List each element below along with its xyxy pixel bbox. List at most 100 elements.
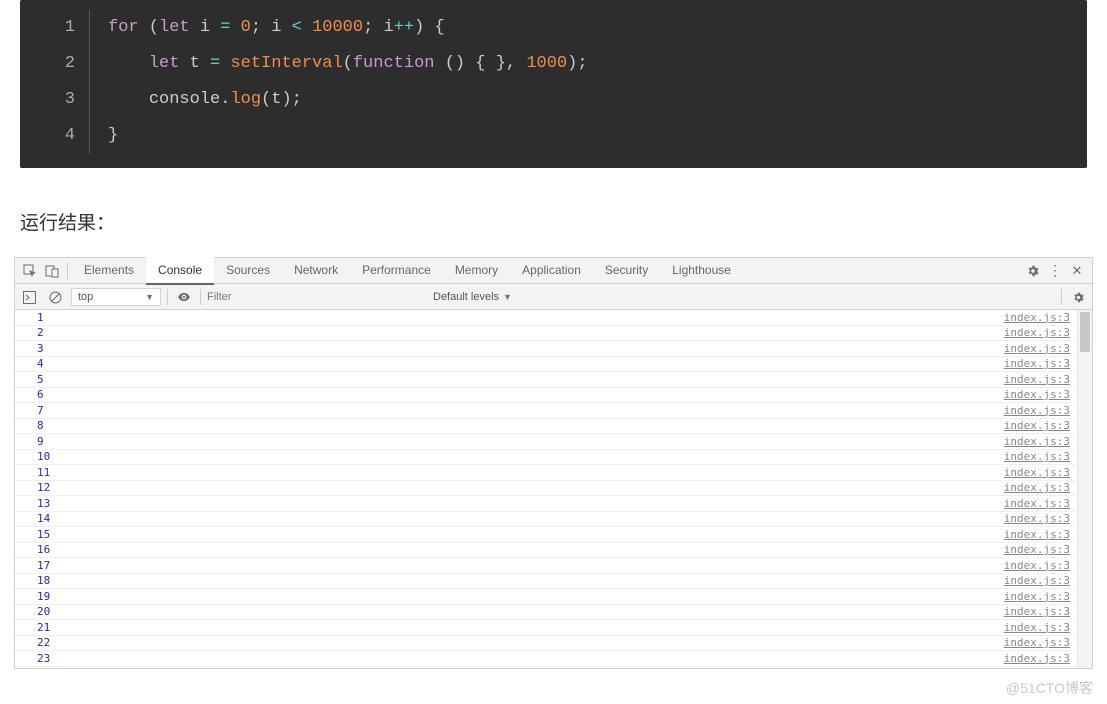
console-row[interactable]: 11index.js:3 [15, 465, 1076, 481]
tab-console[interactable]: Console [146, 257, 214, 285]
context-selector[interactable]: top ▼ [71, 288, 161, 306]
console-source-link[interactable]: index.js:3 [1004, 373, 1076, 386]
console-source-link[interactable]: index.js:3 [1004, 605, 1076, 618]
console-row[interactable]: 1index.js:3 [15, 310, 1076, 326]
console-row[interactable]: 17index.js:3 [15, 558, 1076, 574]
console-row[interactable]: 4 index.js:3 [15, 357, 1076, 373]
console-value: 6 [15, 388, 44, 401]
console-row[interactable]: 3index.js:3 [15, 341, 1076, 357]
console-source-link[interactable]: index.js:3 [1004, 466, 1076, 479]
tab-memory[interactable]: Memory [443, 257, 510, 285]
code-line-3: console.log(t); [108, 82, 588, 118]
console-source-link[interactable]: index.js:3 [1004, 652, 1076, 665]
var-t: t [190, 54, 200, 73]
console-source-link[interactable]: index.js:3 [1004, 388, 1076, 401]
tab-performance[interactable]: Performance [350, 257, 443, 285]
console-row[interactable]: 7 index.js:3 [15, 403, 1076, 419]
device-toolbar-icon[interactable] [41, 263, 63, 278]
console-source-link[interactable]: index.js:3 [1004, 404, 1076, 417]
console-row[interactable]: 5 index.js:3 [15, 372, 1076, 388]
devtools-tabs: ElementsConsoleSourcesNetworkPerformance… [15, 258, 1092, 284]
console-source-link[interactable]: index.js:3 [1004, 481, 1076, 494]
console-value: 14 [15, 512, 50, 525]
section-title: 运行结果： [20, 208, 1087, 235]
console-source-link[interactable]: index.js:3 [1004, 528, 1076, 541]
tab-application[interactable]: Application [510, 257, 593, 285]
settings-icon[interactable] [1068, 289, 1088, 303]
console-row[interactable]: 16index.js:3 [15, 543, 1076, 559]
console-source-link[interactable]: index.js:3 [1004, 512, 1076, 525]
console-row[interactable]: 9index.js:3 [15, 434, 1076, 450]
console-source-link[interactable]: index.js:3 [1004, 342, 1076, 355]
console-row[interactable]: 23index.js:3 [15, 651, 1076, 667]
console-row[interactable]: 13index.js:3 [15, 496, 1076, 512]
watermark: @51CTO博客 [1006, 678, 1093, 698]
console-source-link[interactable]: index.js:3 [1004, 450, 1076, 463]
console-row[interactable]: 8 index.js:3 [15, 419, 1076, 435]
console-body: 1index.js:32index.js:33index.js:34index.… [15, 310, 1092, 668]
console-row[interactable]: 20index.js:3 [15, 605, 1076, 621]
op-lt: < [292, 18, 302, 37]
separator [1061, 289, 1062, 305]
scrollbar[interactable] [1077, 310, 1092, 668]
console-value: 22 [15, 636, 50, 649]
console-source-link[interactable]: index.js:3 [1004, 435, 1076, 448]
console-row[interactable]: 6 index.js:3 [15, 388, 1076, 404]
console-row[interactable]: 12index.js:3 [15, 481, 1076, 497]
console-source-link[interactable]: index.js:3 [1004, 419, 1076, 432]
line-number: 4 [20, 118, 75, 154]
console-source-link[interactable]: index.js:3 [1004, 357, 1076, 370]
inspect-icon[interactable] [19, 263, 41, 278]
console-row[interactable]: 15 index.js:3 [15, 527, 1076, 543]
op-inc: ++ [394, 18, 414, 37]
console-row[interactable]: 2 index.js:3 [15, 326, 1076, 342]
console-row[interactable]: 19index.js:3 [15, 589, 1076, 605]
op-equals: = [220, 18, 230, 37]
console-value: 4 [15, 357, 44, 370]
console-row[interactable]: 18index.js:3 [15, 574, 1076, 590]
live-expression-icon[interactable] [174, 289, 194, 304]
tab-network[interactable]: Network [282, 257, 350, 285]
console-source-link[interactable]: index.js:3 [1004, 311, 1076, 324]
console-value: 15 [15, 528, 50, 541]
console-value: 21 [15, 621, 50, 634]
num-limit: 10000 [312, 18, 363, 37]
console-value: 8 [15, 419, 44, 432]
filter-input[interactable] [207, 291, 427, 303]
keyword-for: for [108, 18, 139, 37]
console-source-link[interactable]: index.js:3 [1004, 497, 1076, 510]
tab-elements[interactable]: Elements [72, 257, 146, 285]
settings-icon[interactable] [1022, 263, 1044, 278]
tab-sources[interactable]: Sources [214, 257, 282, 285]
fn-log: log [230, 90, 261, 109]
console-source-link[interactable]: index.js:3 [1004, 326, 1076, 339]
console-row[interactable]: 10index.js:3 [15, 450, 1076, 466]
console-value: 2 [15, 326, 44, 339]
code-editor: 1234 for (let i = 0; i < 10000; i++) { l… [20, 0, 1087, 168]
console-row[interactable]: 22 index.js:3 [15, 636, 1076, 652]
console-value: 5 [15, 373, 44, 386]
console-source-link[interactable]: index.js:3 [1004, 543, 1076, 556]
more-icon[interactable]: ⋮ [1044, 262, 1066, 279]
console-source-link[interactable]: index.js:3 [1004, 636, 1076, 649]
console-source-link[interactable]: index.js:3 [1004, 559, 1076, 572]
context-label: top [78, 291, 93, 303]
log-levels-selector[interactable]: Default levels ▼ [433, 291, 512, 303]
line-number: 3 [20, 82, 75, 118]
console-rows[interactable]: 1index.js:32index.js:33index.js:34index.… [15, 310, 1076, 668]
scrollbar-thumb[interactable] [1080, 312, 1090, 352]
line-number-gutter: 1234 [20, 10, 90, 154]
console-source-link[interactable]: index.js:3 [1004, 621, 1076, 634]
close-icon[interactable]: ✕ [1066, 263, 1088, 279]
levels-label: Default levels [433, 291, 499, 303]
clear-console-icon[interactable] [45, 289, 65, 303]
console-row[interactable]: 14 index.js:3 [15, 512, 1076, 528]
tab-lighthouse[interactable]: Lighthouse [660, 257, 743, 285]
console-source-link[interactable]: index.js:3 [1004, 590, 1076, 603]
console-row[interactable]: 21 index.js:3 [15, 620, 1076, 636]
console-value: 7 [15, 404, 44, 417]
console-source-link[interactable]: index.js:3 [1004, 574, 1076, 587]
dropdown-arrow-icon: ▼ [145, 292, 154, 302]
console-sidebar-toggle-icon[interactable] [19, 289, 39, 303]
tab-security[interactable]: Security [593, 257, 660, 285]
